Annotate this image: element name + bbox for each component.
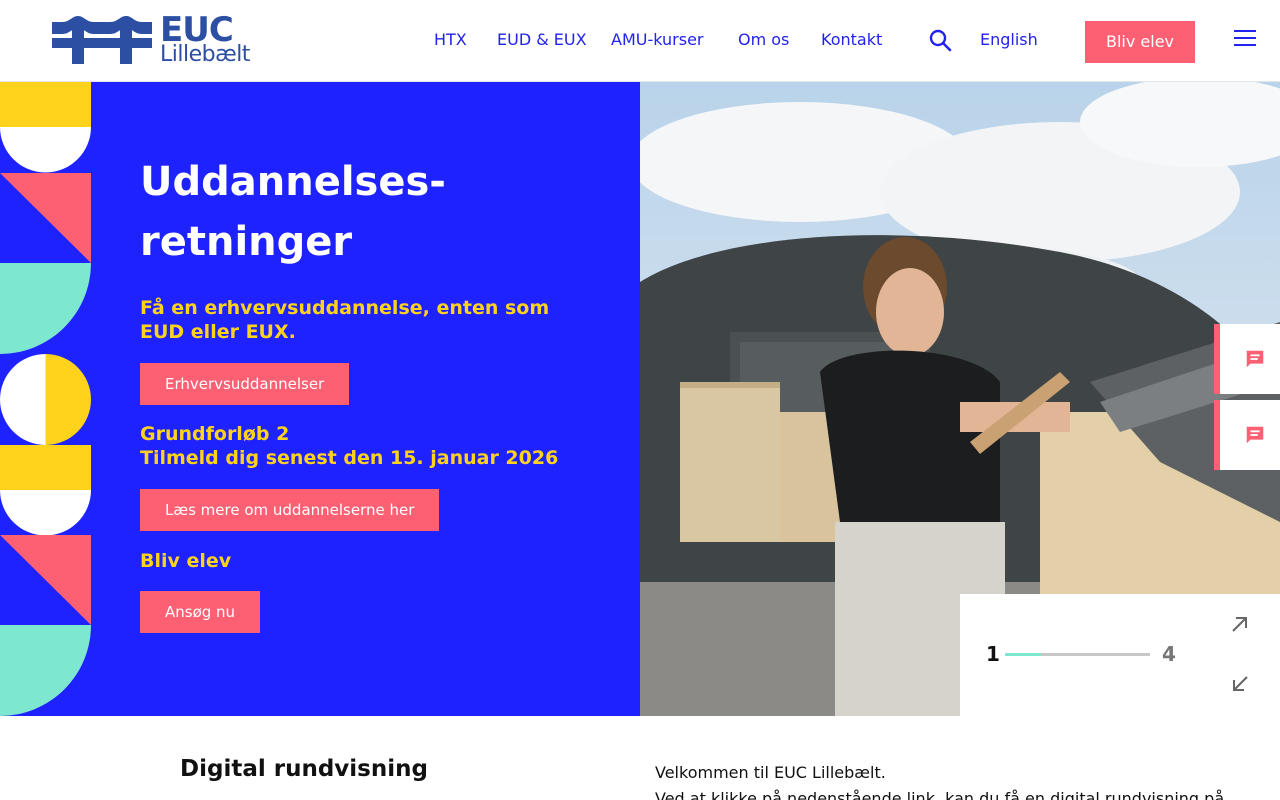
hero-text-bliv-elev: Bliv elev — [140, 550, 232, 572]
chat-button-2[interactable] — [1214, 400, 1280, 470]
welcome-line-1: Velkommen til EUC Lillebælt. — [655, 763, 886, 782]
nav-link-htx[interactable]: HTX — [434, 30, 467, 49]
slide-progress-fill — [1005, 653, 1042, 656]
decorative-shapes — [0, 82, 91, 716]
bliv-elev-button[interactable]: Bliv elev — [1085, 21, 1195, 63]
chat-icon — [1246, 426, 1264, 444]
slide-current-number: 1 — [986, 642, 1000, 666]
hamburger-menu-icon[interactable] — [1234, 30, 1256, 48]
welcome-line-2: Ved at klikke på nedenstående link, kan … — [655, 789, 1225, 800]
language-link[interactable]: English — [980, 30, 1038, 49]
slide-progress-track — [1005, 653, 1150, 656]
slide-total-number: 4 — [1162, 642, 1176, 666]
site-header: EUC Lillebælt HTX EUD & EUX AMU-kurser O… — [0, 0, 1280, 82]
logo-bridge-icon — [52, 16, 152, 64]
nav-link-eud-eux[interactable]: EUD & EUX — [497, 30, 587, 49]
logo-subtitle: Lillebælt — [160, 42, 250, 67]
hero-text-grundforloeb: Grundforløb 2 Tilmeld dig senest den 15.… — [140, 423, 559, 469]
euc-lillebaelt-logo[interactable]: EUC Lillebælt — [52, 10, 250, 67]
search-icon[interactable] — [928, 28, 952, 52]
nav-link-amu-kurser[interactable]: AMU-kurser — [611, 30, 703, 49]
hero-text-eud: Få en erhvervsuddannelse, enten som EUD … — [140, 297, 550, 343]
digital-tour-heading: Digital rundvisning — [180, 756, 428, 782]
ansoeg-nu-button[interactable]: Ansøg nu — [140, 591, 261, 633]
chat-icon — [1246, 350, 1264, 368]
welcome-text: Velkommen til EUC Lillebælt. Ved at klik… — [655, 760, 1225, 800]
hero-panel: Uddannelses-retninger Få en erhvervsudda… — [0, 82, 640, 716]
hero-title: Uddannelses-retninger — [140, 159, 446, 265]
nav-link-kontakt[interactable]: Kontakt — [821, 30, 882, 49]
arrow-down-left-icon[interactable] — [1230, 674, 1250, 694]
slider-controls: 1 4 — [960, 594, 1280, 716]
chat-button-1[interactable] — [1214, 324, 1280, 394]
arrow-up-right-icon[interactable] — [1230, 614, 1250, 634]
erhvervsuddannelser-button[interactable]: Erhvervsuddannelser — [140, 363, 350, 405]
laes-mere-button[interactable]: Læs mere om uddannelserne her — [140, 489, 440, 531]
nav-link-om-os[interactable]: Om os — [738, 30, 789, 49]
